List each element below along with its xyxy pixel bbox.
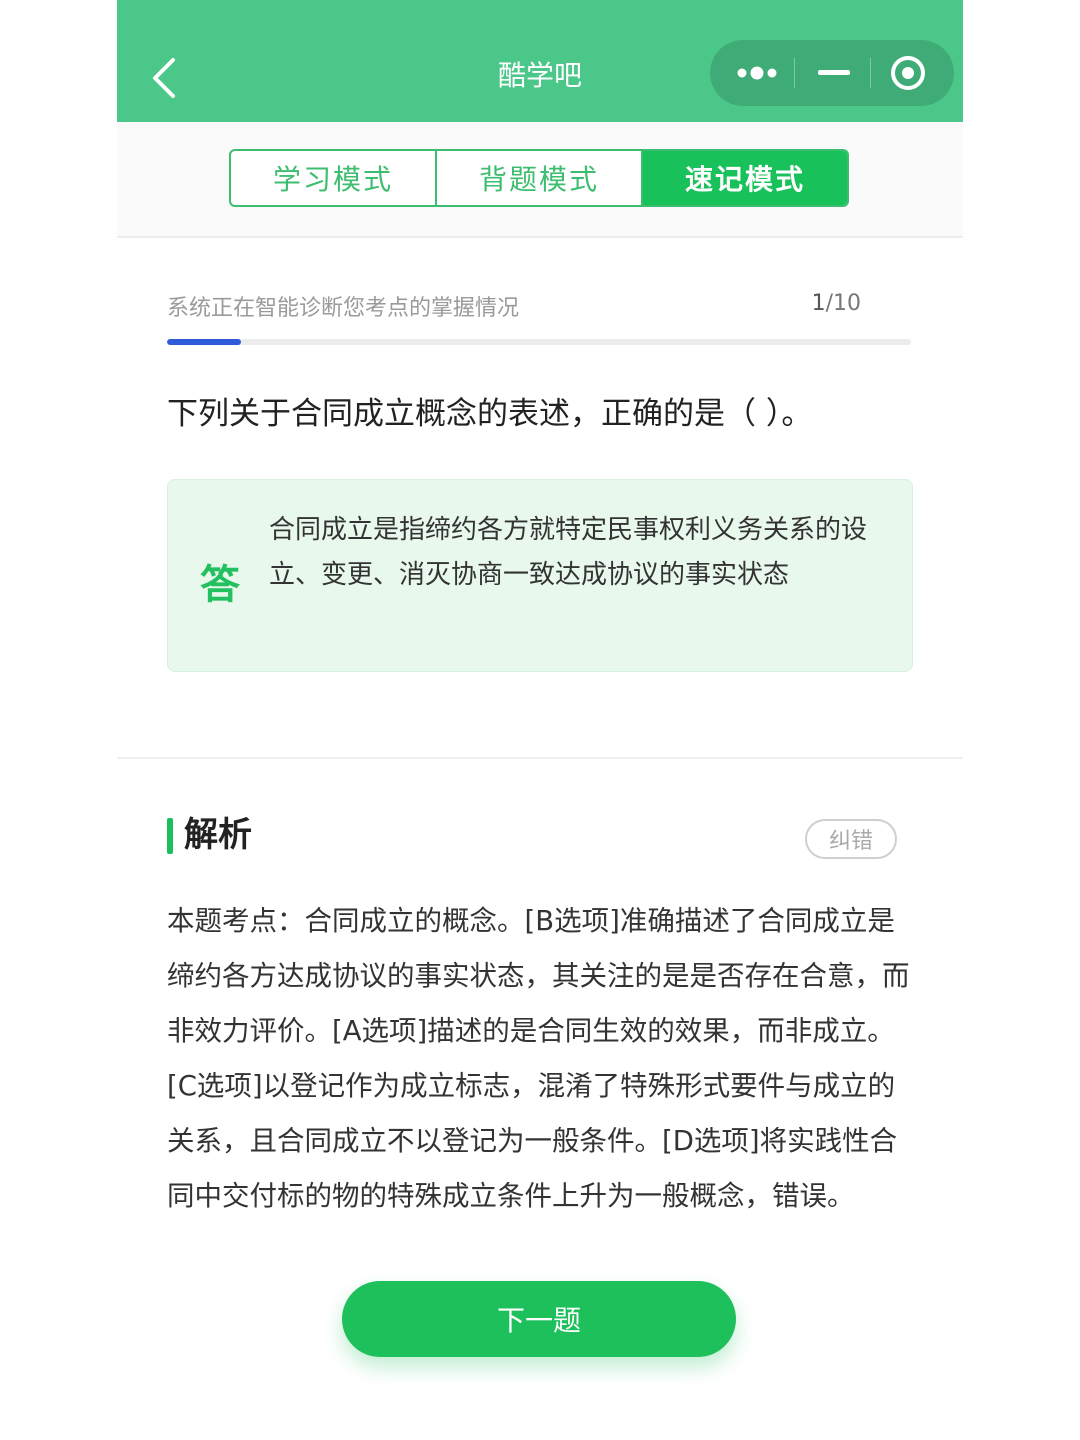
progress-bar: [167, 339, 911, 345]
report-error-button[interactable]: 纠错: [805, 819, 897, 859]
minimize-icon[interactable]: [794, 40, 874, 106]
answer-card: 答 合同成立是指缔约各方就特定民事权利义务关系的设立、变更、消灭协商一致达成协议…: [167, 479, 913, 672]
tab-quick-memo-mode[interactable]: 速记模式: [643, 151, 847, 205]
next-question-button[interactable]: 下一题: [342, 1281, 736, 1357]
divider: [117, 757, 963, 759]
more-dots-icon[interactable]: [718, 40, 798, 106]
nav-header: 酷学吧: [117, 0, 963, 122]
app-screen: 酷学吧 学习模式 背题模式 速记模式 系统正在智能诊断您考点的掌握情况 1/10…: [117, 0, 963, 1440]
question-text: 下列关于合同成立概念的表述，正确的是（ ）。: [167, 396, 813, 432]
mini-program-capsule: [710, 40, 954, 106]
section-accent-bar: [167, 818, 173, 854]
tab-recite-mode[interactable]: 背题模式: [437, 151, 643, 205]
diagnosis-status: 系统正在智能诊断您考点的掌握情况: [167, 296, 520, 321]
analysis-text: 本题考点：合同成立的概念。[B选项]准确描述了合同成立是缔约各方达成协议的事实状…: [167, 905, 910, 1212]
close-target-icon[interactable]: [870, 40, 950, 106]
progress-current: 1: [811, 291, 826, 316]
analysis-title: 解析: [184, 815, 252, 855]
tab-study-mode[interactable]: 学习模式: [231, 151, 437, 205]
answer-text: 合同成立是指缔约各方就特定民事权利义务关系的设立、变更、消灭协商一致达成协议的事…: [269, 515, 868, 590]
mode-tabs: 学习模式 背题模式 速记模式: [229, 149, 849, 207]
progress-total: /10: [825, 291, 861, 316]
divider: [117, 236, 963, 238]
progress-count: 1/10: [812, 291, 861, 316]
answer-mark: 答: [200, 562, 240, 608]
progress-fill: [167, 339, 242, 345]
